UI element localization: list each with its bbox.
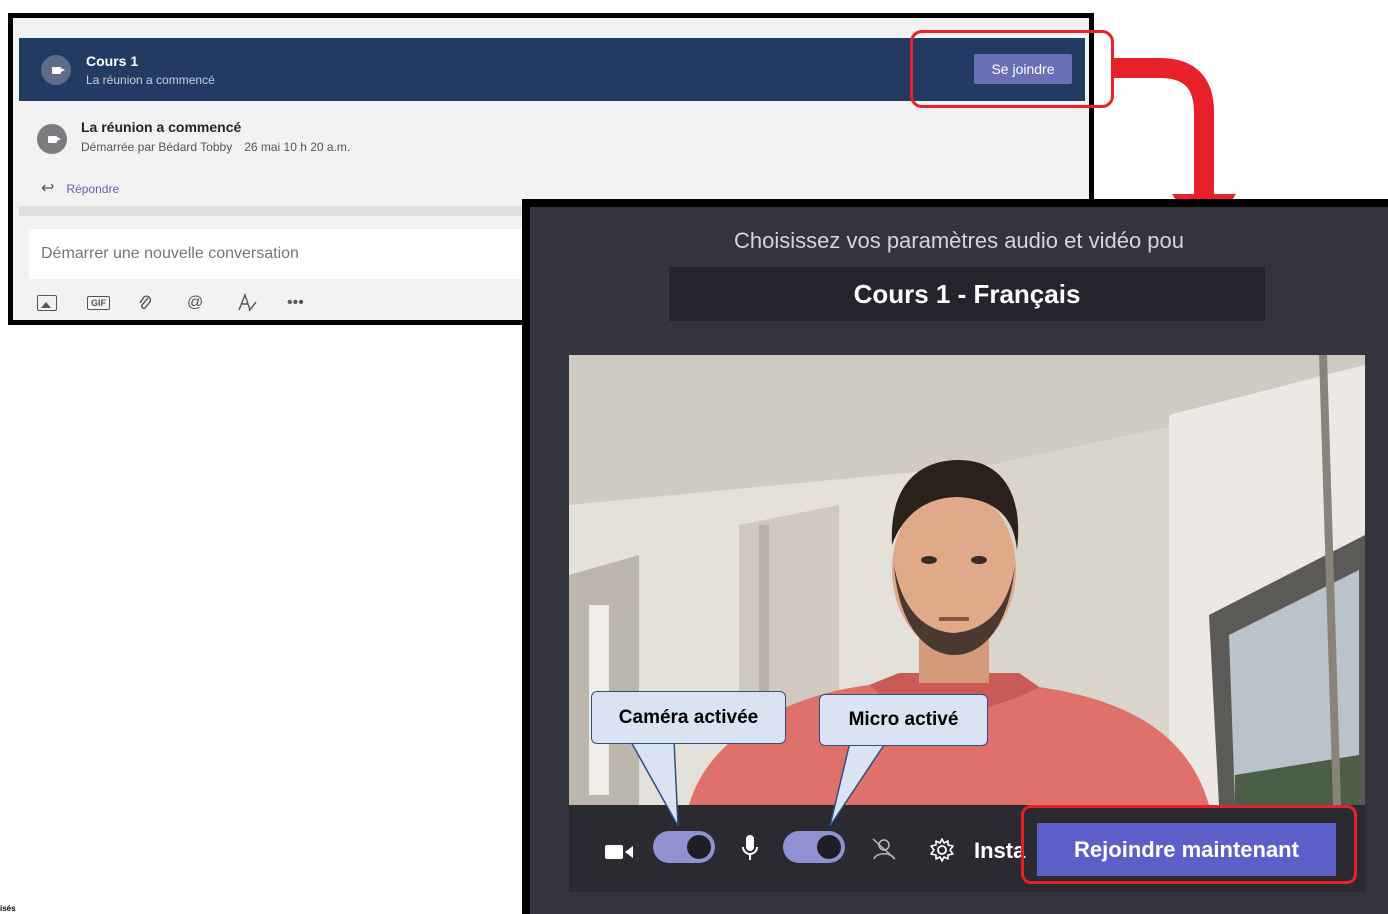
highlight-box bbox=[1021, 805, 1357, 884]
gif-icon[interactable]: GIF bbox=[83, 290, 133, 316]
camera-toggle[interactable] bbox=[653, 831, 715, 863]
settings-gear-icon[interactable] bbox=[929, 837, 955, 863]
meeting-name: Cours 1 - Français bbox=[669, 267, 1265, 321]
device-settings-label[interactable]: Insta bbox=[974, 838, 1025, 864]
message-author: Démarrée par Bédard Tobby bbox=[81, 140, 233, 154]
camera-icon bbox=[605, 845, 633, 859]
reply-label: Répondre bbox=[66, 182, 120, 196]
banner-subtitle: La réunion a commencé bbox=[86, 73, 215, 87]
banner-title: Cours 1 bbox=[86, 53, 139, 69]
microphone-toggle[interactable] bbox=[783, 831, 845, 863]
mention-icon[interactable]: @ bbox=[183, 290, 233, 316]
highlight-box bbox=[910, 30, 1114, 108]
message-subtitle: Démarrée par Bédard Tobby 26 mai 10 h 20 … bbox=[81, 140, 350, 154]
reply-link[interactable]: ↩ Répondre bbox=[41, 178, 119, 198]
callout-tail bbox=[829, 741, 888, 827]
message-date: 26 mai 10 h 20 a.m. bbox=[244, 140, 351, 154]
prejoin-heading: Choisissez vos paramètres audio et vidéo… bbox=[733, 228, 1185, 253]
video-meeting-icon bbox=[41, 55, 71, 85]
video-meeting-icon bbox=[37, 124, 67, 154]
compose-toolbar: GIF @ ••• bbox=[33, 290, 333, 316]
compose-input[interactable]: Démarrer une nouvelle conversation bbox=[29, 229, 601, 279]
corner-text: isés bbox=[0, 904, 16, 913]
camera-callout: Caméra activée bbox=[591, 691, 786, 744]
format-icon[interactable] bbox=[233, 290, 283, 316]
attach-icon[interactable] bbox=[133, 290, 183, 316]
more-icon[interactable]: ••• bbox=[283, 290, 333, 316]
reply-arrow-icon: ↩ bbox=[41, 180, 55, 197]
microphone-icon bbox=[742, 835, 758, 860]
image-icon[interactable] bbox=[33, 290, 83, 316]
background-blur-icon[interactable] bbox=[871, 837, 897, 861]
callout-tail bbox=[628, 739, 679, 827]
mic-callout: Micro activé bbox=[819, 694, 988, 746]
message-title: La réunion a commencé bbox=[81, 119, 242, 135]
